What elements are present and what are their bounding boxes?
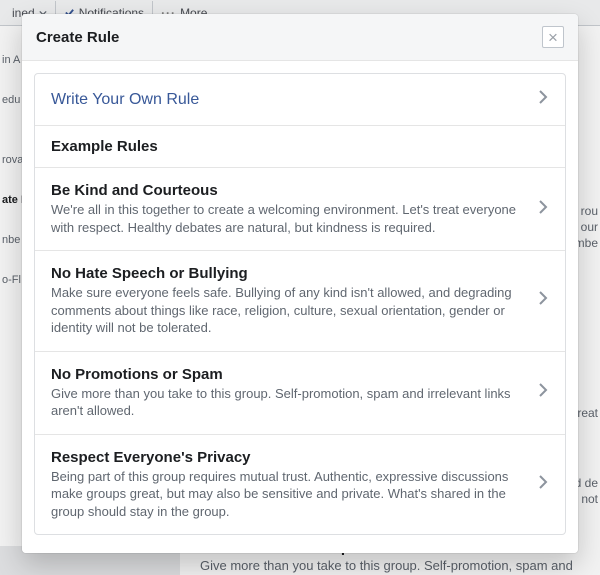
rule-title: No Hate Speech or Bullying	[51, 265, 525, 282]
write-own-rule-label: Write Your Own Rule	[51, 91, 525, 109]
chevron-right-icon	[537, 289, 549, 312]
close-button[interactable]: ×	[542, 26, 564, 48]
rule-desc: Give more than you take to this group. S…	[51, 385, 525, 420]
close-icon: ×	[548, 29, 558, 46]
modal-header: Create Rule ×	[22, 14, 578, 61]
rule-title: Be Kind and Courteous	[51, 182, 525, 199]
chevron-right-icon	[537, 198, 549, 221]
modal-body: Write Your Own Rule Example Rules Be Kin…	[22, 61, 578, 553]
example-rules-header: Example Rules	[35, 126, 565, 168]
rule-title: Respect Everyone's Privacy	[51, 449, 525, 466]
example-rule-hate-speech[interactable]: No Hate Speech or Bullying Make sure eve…	[35, 251, 565, 352]
modal-title: Create Rule	[36, 29, 119, 46]
example-rule-kind[interactable]: Be Kind and Courteous We're all in this …	[35, 168, 565, 251]
rules-card: Write Your Own Rule Example Rules Be Kin…	[34, 73, 566, 535]
create-rule-modal: Create Rule × Write Your Own Rule Exampl…	[22, 14, 578, 553]
rule-desc: Make sure everyone feels safe. Bullying …	[51, 284, 525, 337]
chevron-right-icon	[537, 473, 549, 496]
example-rule-spam[interactable]: No Promotions or Spam Give more than you…	[35, 352, 565, 435]
rule-desc: Being part of this group requires mutual…	[51, 468, 525, 521]
rule-desc: We're all in this together to create a w…	[51, 201, 525, 236]
write-own-rule-row[interactable]: Write Your Own Rule	[35, 74, 565, 126]
example-rule-privacy[interactable]: Respect Everyone's Privacy Being part of…	[35, 435, 565, 535]
chevron-right-icon	[537, 381, 549, 404]
chevron-right-icon	[537, 88, 549, 111]
rule-title: No Promotions or Spam	[51, 366, 525, 383]
